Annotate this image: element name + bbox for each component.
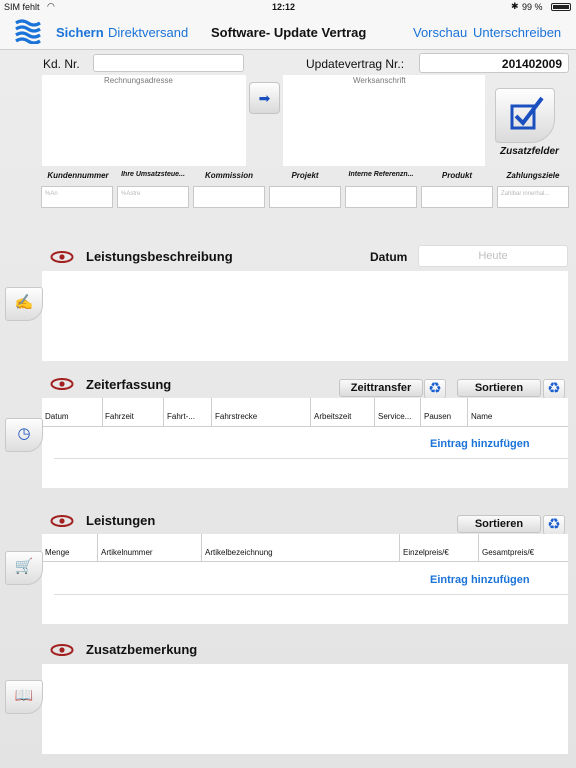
field-input-projekt[interactable]	[269, 186, 341, 208]
field-label-referenz: Interne Referenzn...	[348, 171, 414, 178]
col-datum: Datum	[45, 412, 69, 421]
extra-fields-button[interactable]	[495, 88, 555, 143]
services-section-title: Leistungen	[86, 513, 156, 528]
description-tab[interactable]: ✍	[5, 287, 43, 321]
factory-address-box[interactable]: Werksanschrift	[283, 75, 485, 166]
eye-icon[interactable]	[50, 251, 74, 263]
eye-icon[interactable]	[50, 378, 74, 390]
time-table: Datum Fahrzeit Fahrt-... Fahrstrecke Arb…	[42, 398, 568, 488]
contract-number-value: 201402009	[501, 57, 562, 71]
time-table-header: Datum Fahrzeit Fahrt-... Fahrstrecke Arb…	[42, 398, 568, 427]
field-label-ust: Ihre Umsatzsteue...	[121, 171, 185, 178]
field-input-produkt[interactable]	[421, 186, 493, 208]
clock-time: 12:12	[272, 2, 296, 12]
contract-number-label: Updatevertrag Nr.:	[306, 57, 405, 71]
remarks-tab[interactable]: 📖	[5, 680, 43, 714]
extra-fields-label: Zusatzfelder	[500, 146, 559, 157]
factory-address-label: Werksanschrift	[353, 76, 406, 85]
page-title: Software- Update Vertrag	[211, 25, 367, 40]
battery-label: 99 %	[522, 2, 543, 12]
field-label-kommission: Kommission	[204, 171, 253, 180]
col-gesamtpreis: Gesamtpreis/€	[482, 548, 535, 557]
field-label-projekt: Projekt	[291, 171, 319, 180]
services-add-entry-link[interactable]: Eintrag hinzufügen	[430, 574, 530, 586]
col-pausen: Pausen	[424, 412, 452, 421]
copy-address-button[interactable]: ➡	[249, 82, 280, 114]
customer-number-input[interactable]	[93, 54, 244, 72]
col-artikelnummer: Artikelnummer	[101, 548, 153, 557]
direct-send-button[interactable]: Direktversand	[108, 25, 188, 40]
status-bar: SIM fehlt ◠ 12:12 ✱ 99 %	[0, 0, 576, 14]
field-input-kommission[interactable]	[193, 186, 265, 208]
field-label-zahlungsziele: Zahlungsziele	[506, 171, 560, 180]
writing-icon: ✍	[14, 294, 34, 311]
time-add-entry-link[interactable]: Eintrag hinzufügen	[430, 438, 530, 450]
col-service: Service...	[378, 412, 412, 421]
services-tab[interactable]: 🛒	[5, 551, 43, 585]
billing-address-box[interactable]: Rechnungsadresse	[42, 75, 246, 166]
remarks-textarea[interactable]	[42, 664, 568, 754]
wifi-icon: ◠	[47, 1, 55, 11]
time-section-title: Zeiterfassung	[86, 377, 172, 392]
cart-icon: 🛒	[14, 558, 34, 575]
col-fahrstrecke: Fahrstrecke	[215, 412, 258, 421]
description-textarea[interactable]	[42, 271, 568, 361]
contract-number-field[interactable]: 201402009	[419, 53, 569, 73]
carrier-label: SIM fehlt	[4, 2, 40, 12]
customer-number-label: Kd. Nr.	[43, 57, 80, 71]
services-table: Menge Artikelnummer Artikelbezeichnung E…	[42, 534, 568, 624]
nav-bar: Sichern Direktversand Software- Update V…	[0, 14, 576, 50]
eye-icon[interactable]	[50, 644, 74, 656]
col-artikelbezeichnung: Artikelbezeichnung	[205, 548, 273, 557]
time-sort-button[interactable]: Sortieren	[457, 379, 541, 397]
services-sort-button[interactable]: Sortieren	[457, 515, 541, 533]
services-table-header: Menge Artikelnummer Artikelbezeichnung E…	[42, 534, 568, 562]
eye-icon[interactable]	[50, 515, 74, 527]
field-label-kundennummer: Kundennummer	[47, 171, 109, 180]
bluetooth-icon: ✱	[511, 1, 519, 11]
save-button[interactable]: Sichern	[56, 25, 104, 40]
remarks-section-title: Zusatzbemerkung	[86, 642, 198, 657]
field-input-kundennummer[interactable]: %An	[41, 186, 113, 208]
form-area: Kd. Nr. Updatevertrag Nr.: 201402009 Rec…	[0, 50, 576, 768]
field-label-produkt: Produkt	[441, 171, 473, 180]
checkbox-icon	[510, 96, 544, 130]
recycle-icon[interactable]: ♻	[424, 379, 446, 399]
col-fahrt: Fahrt-...	[167, 412, 196, 421]
field-input-ust[interactable]: %Astre	[117, 186, 189, 208]
billing-address-label: Rechnungsadresse	[104, 76, 173, 85]
date-label: Datum	[370, 250, 408, 264]
clock-icon: ◷	[17, 425, 31, 442]
col-menge: Menge	[45, 548, 70, 557]
preview-button[interactable]: Vorschau	[413, 25, 467, 40]
time-transfer-button[interactable]: Zeittransfer	[339, 379, 423, 397]
time-tab[interactable]: ◷	[5, 418, 43, 452]
col-einzelpreis: Einzelpreis/€	[403, 548, 449, 557]
col-arbeitszeit: Arbeitszeit	[314, 412, 352, 421]
description-section-title: Leistungsbeschreibung	[86, 249, 233, 264]
book-icon: 📖	[14, 687, 34, 704]
sign-button[interactable]: Unterschreiben	[473, 25, 561, 40]
recycle-icon[interactable]: ♻	[543, 515, 565, 535]
date-input[interactable]: Heute	[418, 245, 568, 267]
arrow-right-icon: ➡	[258, 90, 271, 106]
recycle-icon[interactable]: ♻	[543, 379, 565, 399]
field-input-referenz[interactable]	[345, 186, 417, 208]
col-fahrzeit: Fahrzeit	[105, 412, 134, 421]
field-input-zahlungsziele[interactable]: Zahlbar innerhal...	[497, 186, 569, 208]
battery-icon	[551, 3, 571, 11]
app-logo-icon[interactable]	[14, 18, 42, 44]
col-name: Name	[471, 412, 493, 421]
